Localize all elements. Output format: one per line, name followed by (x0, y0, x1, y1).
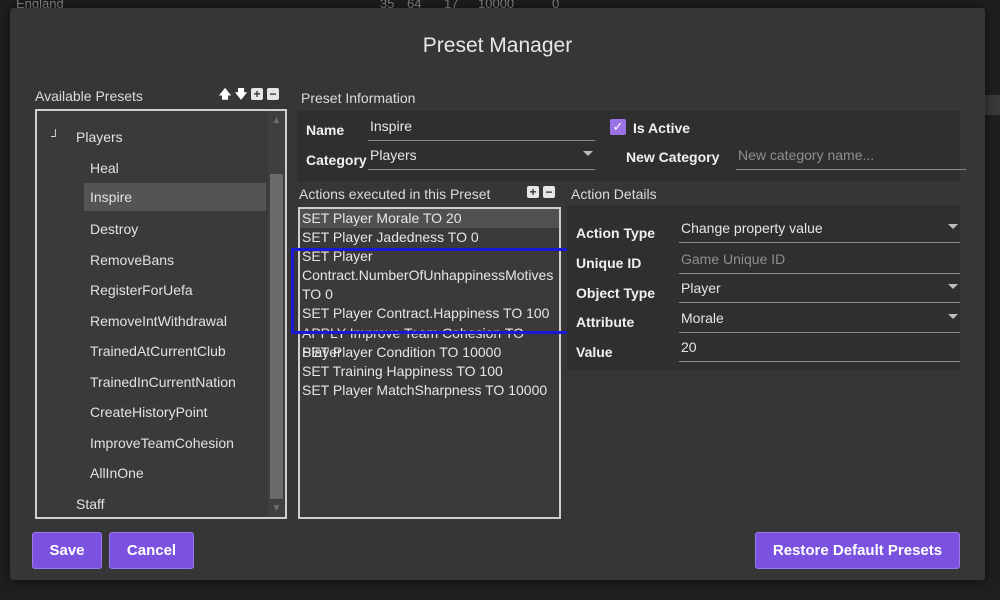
cancel-button[interactable]: Cancel (109, 532, 194, 569)
save-button[interactable]: Save (32, 532, 102, 569)
tree-item-inspire[interactable]: Inspire (84, 183, 266, 211)
object-type-value: Player (681, 280, 721, 296)
tree-item-improveteamcohesion[interactable]: ImproveTeamCohesion (84, 429, 266, 457)
value-input[interactable]: 20 (679, 336, 960, 362)
background-panel-edge (985, 95, 1000, 115)
list-item[interactable]: SET Player Morale TO 20 (300, 209, 559, 228)
tree-item-removeintwithdrawal[interactable]: RemoveIntWithdrawal (84, 307, 266, 335)
presets-scrollbar[interactable]: ▲ ▼ (268, 111, 285, 517)
tree-item-label: RemoveIntWithdrawal (90, 313, 227, 329)
is-active-checkbox[interactable]: ✓ (610, 119, 626, 135)
unique-id-input[interactable]: Game Unique ID (679, 248, 960, 274)
object-type-label: Object Type (576, 285, 656, 301)
action-type-dropdown[interactable]: Change property value (679, 217, 960, 243)
preset-manager-dialog: Preset Manager Available Presets 🡅 🡇 + −… (10, 8, 985, 580)
list-item[interactable]: SET Player Condition TO 10000 (300, 343, 559, 362)
tree-item-registerforuefa[interactable]: RegisterForUefa (84, 276, 266, 304)
tree-item-label: ImproveTeamCohesion (90, 435, 234, 451)
preset-information-label: Preset Information (301, 90, 416, 106)
highlight-annotation-box (291, 248, 573, 334)
restore-default-presets-button[interactable]: Restore Default Presets (755, 532, 960, 569)
tree-item-label: Inspire (90, 189, 133, 205)
tree-item-label: Heal (90, 160, 119, 176)
attribute-dropdown[interactable]: Morale (679, 307, 960, 333)
tree-item-destroy[interactable]: Destroy (84, 215, 266, 243)
minus-box-icon[interactable]: − (267, 88, 279, 100)
collapse-icon[interactable]: ┘ (51, 129, 60, 143)
plus-box-icon[interactable]: + (251, 88, 263, 100)
arrow-down-icon[interactable]: 🡇 (235, 88, 247, 100)
new-category-label: New Category (626, 149, 720, 165)
tree-item-staff[interactable]: Staff (76, 490, 266, 517)
tree-item-label: CreateHistoryPoint (90, 404, 208, 420)
action-type-label: Action Type (576, 225, 656, 241)
tree-item-label: Players (76, 129, 123, 145)
scroll-down-icon[interactable]: ▼ (268, 503, 285, 514)
tree-item-heal[interactable]: Heal (84, 154, 266, 182)
name-label: Name (306, 122, 345, 138)
plus-box-icon[interactable]: + (527, 186, 539, 198)
tree-item-label: Destroy (90, 221, 139, 237)
value-label: Value (576, 344, 613, 360)
scrollbar-thumb[interactable] (270, 174, 283, 499)
tree-item-createhistorypoint[interactable]: CreateHistoryPoint (84, 398, 266, 426)
available-presets-tree[interactable]: ┘ Players Heal Inspire Destroy RemoveBan… (35, 109, 287, 519)
action-details-label: Action Details (571, 186, 657, 202)
attribute-label: Attribute (576, 314, 635, 330)
tree-item-label: RegisterForUefa (90, 282, 193, 298)
tree-item-label: TrainedAtCurrentClub (90, 343, 226, 359)
action-details-panel: Action Type Change property value Unique… (567, 205, 960, 370)
tree-item-label: AllInOne (90, 465, 144, 481)
tree-item-label: RemoveBans (90, 252, 175, 268)
actions-toolbar: + − (527, 186, 555, 198)
tree-item-removebans[interactable]: RemoveBans (84, 246, 266, 274)
list-item[interactable]: SET Player Jadedness TO 0 (300, 228, 559, 247)
chevron-down-icon (583, 151, 593, 156)
chevron-down-icon (948, 224, 958, 229)
tree-item-players[interactable]: Players (76, 123, 266, 151)
actions-label: Actions executed in this Preset (299, 186, 491, 202)
category-dropdown[interactable]: Players (368, 144, 595, 170)
action-type-value: Change property value (681, 220, 823, 236)
is-active-label: Is Active (633, 120, 691, 136)
attribute-value: Morale (681, 310, 724, 326)
scroll-up-icon[interactable]: ▲ (268, 115, 285, 126)
list-item[interactable]: SET Player MatchSharpness TO 10000 (300, 381, 559, 400)
name-input[interactable]: Inspire (368, 115, 595, 141)
chevron-down-icon (948, 284, 958, 289)
object-type-dropdown[interactable]: Player (679, 277, 960, 303)
tree-item-trainedincurrentnation[interactable]: TrainedInCurrentNation (84, 368, 266, 396)
chevron-down-icon (948, 314, 958, 319)
dialog-title: Preset Manager (422, 34, 573, 57)
tree-item-label: TrainedInCurrentNation (90, 374, 236, 390)
check-icon: ✓ (612, 119, 624, 134)
tree-item-allinone[interactable]: AllInOne (84, 459, 266, 487)
preset-information-panel: Name Inspire ✓ Is Active Category Player… (297, 111, 966, 181)
new-category-input[interactable]: New category name... (736, 144, 966, 170)
minus-box-icon[interactable]: − (543, 186, 555, 198)
tree-item-trainedatcurrentclub[interactable]: TrainedAtCurrentClub (84, 337, 266, 365)
category-label: Category (306, 152, 367, 168)
unique-id-label: Unique ID (576, 255, 642, 271)
list-item[interactable]: SET Training Happiness TO 100 (300, 362, 559, 381)
category-value: Players (370, 147, 417, 163)
available-presets-label: Available Presets (35, 88, 143, 104)
arrow-up-icon[interactable]: 🡅 (219, 88, 231, 100)
presets-toolbar: 🡅 🡇 + − (219, 88, 279, 100)
tree-item-label: Staff (76, 496, 105, 512)
